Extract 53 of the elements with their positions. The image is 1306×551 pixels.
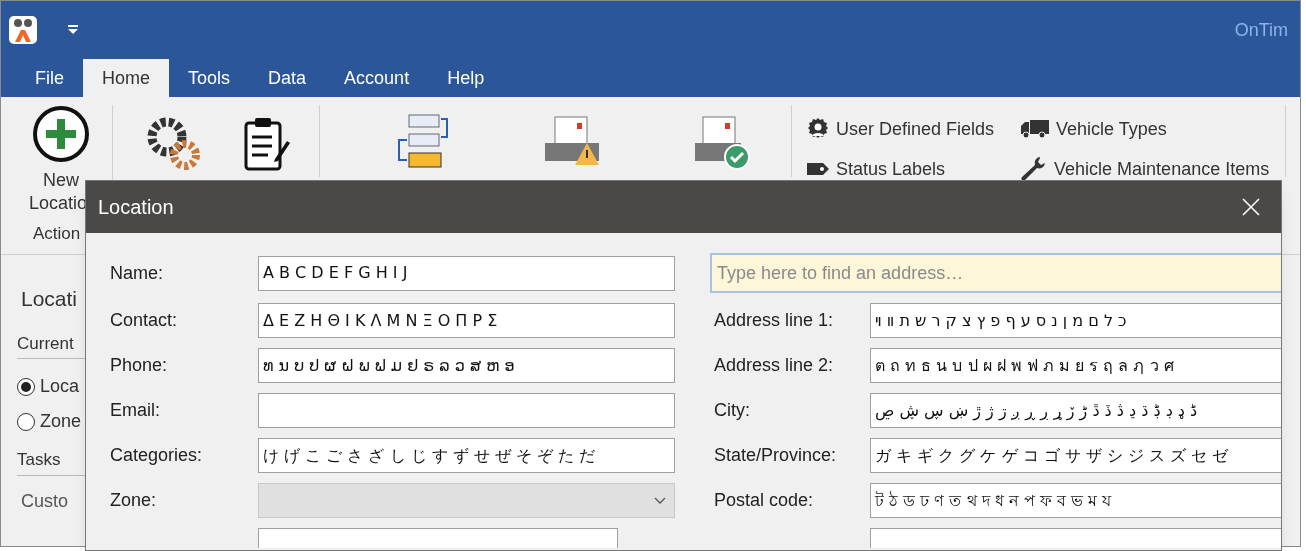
- truck-icon: [1020, 118, 1051, 140]
- clipboard-icon[interactable]: [243, 115, 291, 173]
- user-gear-icon: [806, 117, 830, 141]
- dialog-title: Location: [98, 195, 174, 220]
- input-field[interactable]: כ ל ם מ ן נ ס ע ף פ ץ צ ק ר ש ת װ ױ: [870, 303, 1281, 338]
- field-label: Name:: [110, 261, 164, 285]
- ribbon-item[interactable]: Vehicle Types: [1020, 115, 1270, 143]
- field-label: City:: [714, 399, 751, 422]
- field-label: Address line 2:: [714, 354, 835, 377]
- input-field[interactable]: [258, 528, 618, 548]
- close-button[interactable]: [1241, 197, 1261, 217]
- field-label: Phone:: [110, 354, 169, 377]
- tag-icon: [806, 161, 830, 177]
- menu-tab[interactable]: Data: [249, 59, 326, 97]
- input-field[interactable]: ທ ນ ບ ປ ຜ ຝ ພ ຟ ມ ຢ ຣ ລ ວ ສ ຫ ອ: [258, 348, 675, 383]
- panel-title: Locati: [21, 286, 79, 312]
- app-title: OnTim: [1234, 18, 1288, 42]
- gears-icon[interactable]: [145, 115, 203, 173]
- menu-tab[interactable]: File: [16, 59, 83, 97]
- field-label: Postal code:: [714, 489, 815, 512]
- chevron-down-icon: [654, 496, 666, 505]
- inbox-check-icon[interactable]: [693, 113, 753, 171]
- input-field[interactable]: ガ キ ギ ク グ ケ ゲ コ ゴ サ ザ シ ジ ス ズ セ ゼ: [870, 438, 1281, 473]
- field-label: Zone:: [110, 489, 158, 512]
- field-label: Categories:: [110, 444, 204, 467]
- input-field[interactable]: け げ こ ご さ ざ し じ す ず せ ぜ そ ぞ た だ: [258, 438, 675, 473]
- input-field[interactable]: Δ Ε Ζ Η Θ Ι Κ Λ Μ Ν Ξ Ο Π Ρ Σ: [258, 303, 675, 338]
- close-icon: [1242, 198, 1260, 216]
- ribbon-item[interactable]: User Defined Fields: [806, 115, 995, 143]
- menu-tab[interactable]: Home: [83, 59, 170, 97]
- ribbon-item[interactable]: Vehicle Maintenance Items: [1020, 155, 1270, 183]
- input-field[interactable]: [870, 528, 1281, 548]
- input-field[interactable]: [258, 393, 675, 428]
- button-label: New: [42, 169, 79, 192]
- input-field[interactable]: ต ถ ท ธ น บ ป ผ ฝ พ ฟ ภ ม ย ร ฤ ล ฦ ว ศ: [870, 348, 1281, 383]
- input-field[interactable]: ট ঠ ড ঢ ণ ত থ দ ধ ন প ফ ব ভ ম য: [870, 483, 1281, 518]
- input-field[interactable]: A B C D E F G H I J: [258, 255, 675, 291]
- new-location-button[interactable]: New Locatio: [1, 105, 90, 215]
- task-link[interactable]: Custo: [21, 487, 86, 515]
- app-logo-icon: [9, 16, 37, 44]
- menu-tab[interactable]: Tools: [169, 59, 250, 97]
- ribbon-item[interactable]: Status Labels: [806, 155, 995, 183]
- menu-tab[interactable]: Account: [325, 59, 429, 97]
- field-label: Address line 1:: [714, 309, 835, 332]
- dropdown-icon[interactable]: [67, 25, 79, 35]
- menu-tab[interactable]: Help: [428, 59, 504, 97]
- field-label: Email:: [110, 399, 161, 422]
- input-field[interactable]: ڈ ډ ڊ ڋ ڌ ڍ ڎ ڏ ڐ ڑ ڒ ړ ڔ ڕ ږ ڗ ژ ڙ ښ ڛ ڜ ڝ: [870, 393, 1281, 428]
- field-label: Contact:: [110, 309, 179, 332]
- button-label: Locatio: [28, 192, 87, 215]
- plus-circle-icon: [32, 105, 90, 163]
- field-label: State/Province:: [714, 444, 838, 467]
- group-label: Action: [32, 222, 81, 245]
